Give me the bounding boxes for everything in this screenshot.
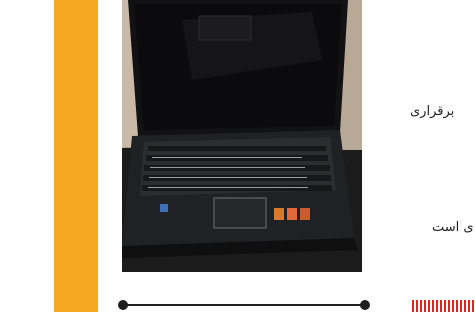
slider-handle-left[interactable] xyxy=(118,300,128,310)
accent-bar xyxy=(54,0,98,312)
decorative-dashes xyxy=(412,300,475,312)
laptop-photo xyxy=(122,0,362,272)
slider-handle-right[interactable] xyxy=(360,300,370,310)
laptop-icon xyxy=(122,0,362,272)
text-snippet: برقراری xyxy=(410,104,455,119)
left-whitespace xyxy=(0,0,54,312)
image-slider[interactable] xyxy=(118,299,370,311)
slider-track[interactable] xyxy=(122,304,366,306)
text-snippet: ی است xyxy=(432,220,474,235)
